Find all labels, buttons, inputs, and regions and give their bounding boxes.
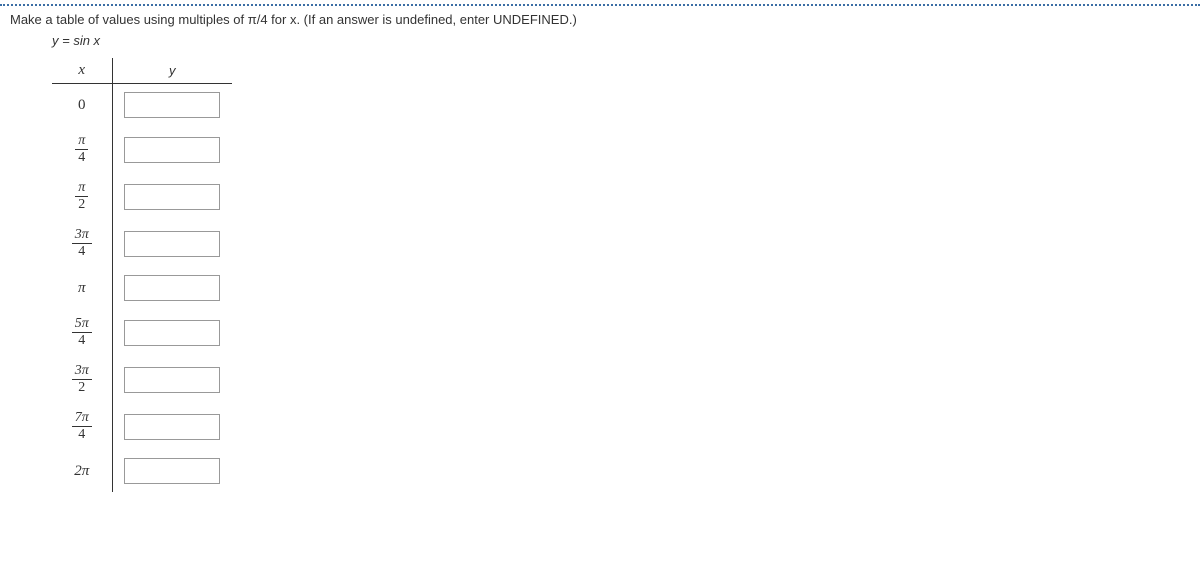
table-row: π4 xyxy=(52,126,232,173)
equation-text: y = sin x xyxy=(10,33,1190,48)
table-row: 3π4 xyxy=(52,220,232,267)
question-text: Make a table of values using multiples o… xyxy=(10,12,1190,27)
x-label: π4 xyxy=(52,126,112,173)
x-label: 3π4 xyxy=(52,220,112,267)
table-row: 2π xyxy=(52,450,232,492)
answer-input[interactable] xyxy=(124,184,220,210)
table-row: 5π4 xyxy=(52,309,232,356)
question-block: Make a table of values using multiples o… xyxy=(0,6,1200,512)
answer-input[interactable] xyxy=(124,367,220,393)
table-row: π xyxy=(52,267,232,309)
x-label: 5π4 xyxy=(52,309,112,356)
table-row: 3π2 xyxy=(52,356,232,403)
x-label: 7π4 xyxy=(52,403,112,450)
answer-input[interactable] xyxy=(124,414,220,440)
answer-input[interactable] xyxy=(124,458,220,484)
table-row: 0 xyxy=(52,84,232,127)
header-x: x xyxy=(52,58,112,84)
x-label: π2 xyxy=(52,173,112,220)
answer-input[interactable] xyxy=(124,320,220,346)
x-label: 0 xyxy=(52,84,112,127)
table-row: π2 xyxy=(52,173,232,220)
x-label: 3π2 xyxy=(52,356,112,403)
answer-input[interactable] xyxy=(124,231,220,257)
values-table: x y 0 π4 π2 xyxy=(52,58,232,492)
x-label: π xyxy=(52,267,112,309)
answer-input[interactable] xyxy=(124,275,220,301)
answer-input[interactable] xyxy=(124,137,220,163)
answer-input[interactable] xyxy=(124,92,220,118)
header-y: y xyxy=(112,58,232,84)
table-row: 7π4 xyxy=(52,403,232,450)
x-label: 2π xyxy=(52,450,112,492)
